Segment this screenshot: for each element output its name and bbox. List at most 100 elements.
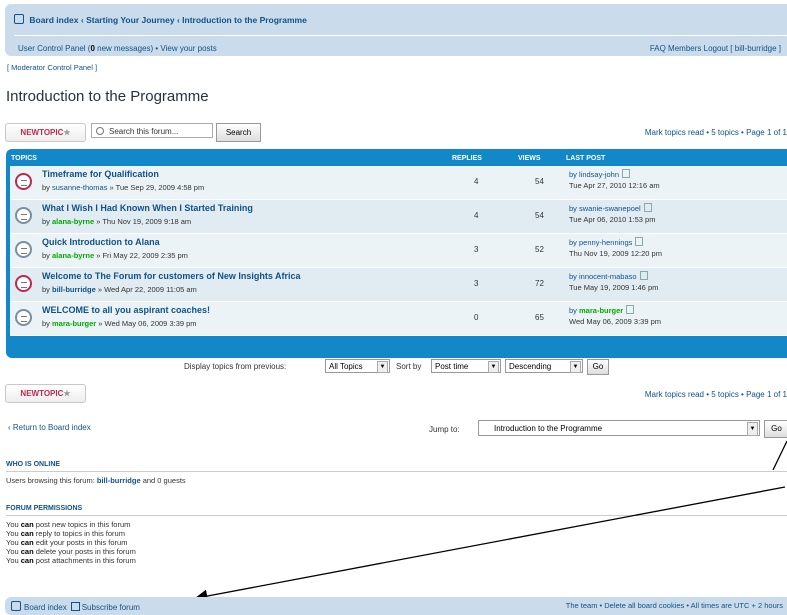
topic-icon <box>15 309 32 326</box>
star-icon: ★ <box>63 389 71 398</box>
table-row: Welcome to The Forum for customers of Ne… <box>10 268 787 302</box>
breadcrumb-board-index[interactable]: Board index <box>29 15 78 25</box>
topic-title[interactable]: WELCOME to all you aspirant coaches! <box>42 305 210 315</box>
table-row: WELCOME to all you aspirant coaches! by … <box>10 302 787 336</box>
section-divider <box>6 471 787 472</box>
table-row: Quick Introduction to Alana by alana-byr… <box>10 234 787 268</box>
jump-to-select[interactable]: Introduction to the Programme ▼ <box>478 420 760 436</box>
replies-count: 3 <box>474 279 479 288</box>
perm-pre: You <box>6 538 21 547</box>
who-is-online-heading: WHO IS ONLINE <box>6 461 61 468</box>
breadcrumb-category[interactable]: Starting Your Journey <box>86 15 174 25</box>
last-post: by lindsay-john Tue Apr 27, 2010 12:16 am <box>569 169 660 191</box>
topic-author[interactable]: bill-burridge <box>52 285 96 294</box>
header-replies: REPLIES <box>452 155 482 162</box>
header-views: VIEWS <box>518 155 541 162</box>
topic-author[interactable]: alana-byrne <box>52 217 94 226</box>
last-post-date: Thu Nov 19, 2009 12:20 pm <box>569 249 662 258</box>
topic-title[interactable]: What I Wish I Had Known When I Started T… <box>42 203 253 213</box>
topic-title[interactable]: Quick Introduction to Alana <box>42 237 160 247</box>
views-count: 54 <box>535 177 544 186</box>
topic-meta: by bill-burridge » Wed Apr 22, 2009 11:0… <box>42 285 197 294</box>
topic-author[interactable]: alana-byrne <box>52 251 94 260</box>
ucp-label: User Control Panel ( <box>18 44 91 53</box>
view-post-icon[interactable] <box>643 203 652 212</box>
last-post-author[interactable]: by penny-hennings <box>569 238 632 247</box>
ucp-tail: new messages) • View your posts <box>94 44 217 53</box>
last-post-author[interactable]: mara-burger <box>579 306 623 315</box>
search-button[interactable]: Search <box>216 123 261 142</box>
view-post-icon[interactable] <box>639 271 648 280</box>
view-post-icon[interactable] <box>626 305 635 314</box>
last-post: by mara-burger Wed May 06, 2009 3:39 pm <box>569 305 661 327</box>
chevron-down-icon: ▼ <box>570 361 581 373</box>
forum-permissions-list: You can post new topics in this forum Yo… <box>6 520 136 565</box>
view-post-icon[interactable] <box>635 237 644 246</box>
topic-title[interactable]: Timeframe for Qualification <box>42 169 159 179</box>
footer-board-index-link[interactable]: Board index <box>24 603 67 612</box>
last-post-date: Tue Apr 27, 2010 12:16 am <box>569 181 660 190</box>
header-last-post: LAST POST <box>566 155 606 162</box>
views-count: 65 <box>535 313 544 322</box>
display-topics-value: All Topics <box>329 362 363 371</box>
jump-go-button[interactable]: Go <box>764 420 787 438</box>
new-topic-label: NEWTOPIC <box>20 128 64 137</box>
new-topic-button[interactable]: NEWTOPIC★ <box>5 123 86 142</box>
jump-to-value: Introduction to the Programme <box>494 424 603 433</box>
online-user[interactable]: bill-burridge <box>97 476 141 485</box>
last-post: by innocent-mabaso Tue May 19, 2009 1:46 … <box>569 271 658 293</box>
page-title[interactable]: Introduction to the Programme <box>6 88 209 105</box>
last-post-author[interactable]: by innocent-mabaso <box>569 272 637 281</box>
new-topic-button-bottom[interactable]: NEWTOPIC★ <box>5 384 86 403</box>
perm-can: can <box>20 547 34 556</box>
topic-icon <box>15 241 32 258</box>
new-topic-label: NEWTOPIC <box>20 389 64 398</box>
sort-go-button[interactable]: Go <box>587 359 609 375</box>
jump-to-label: Jump to: <box>429 425 460 434</box>
return-to-board-index-link[interactable]: ‹ Return to Board index <box>8 423 91 432</box>
perm-pre: You <box>6 529 21 538</box>
perm-post: edit your posts in this forum <box>33 538 128 547</box>
perm-can: can <box>20 520 34 529</box>
subscribe-forum-link[interactable]: Subscribe forum <box>82 603 140 612</box>
last-post-author[interactable]: by lindsay-john <box>569 170 619 179</box>
star-icon: ★ <box>63 128 71 137</box>
replies-count: 4 <box>474 211 479 220</box>
table-row: What I Wish I Had Known When I Started T… <box>10 200 787 234</box>
permission-line: You can post attachments in this forum <box>6 556 136 565</box>
navbar: Board index ‹ Starting Your Journey ‹ In… <box>5 4 787 56</box>
home-icon <box>14 14 24 24</box>
moderator-control-panel-link[interactable]: [ Moderator Control Panel ] <box>7 63 97 72</box>
view-post-icon[interactable] <box>622 169 631 178</box>
perm-can: can <box>20 529 34 538</box>
breadcrumb-forum[interactable]: Introduction to the Programme <box>182 15 307 25</box>
user-control-panel-link[interactable]: User Control Panel (0 new messages) • Vi… <box>18 44 217 53</box>
sort-order-value: Descending <box>509 362 552 371</box>
topic-author[interactable]: susanne-thomas <box>52 183 107 192</box>
last-post-date: Tue Apr 06, 2010 1:53 pm <box>569 215 656 224</box>
header-links[interactable]: FAQ Members Logout [ bill-burridge ] <box>650 44 781 53</box>
home-icon <box>11 601 21 611</box>
search-input[interactable]: Search this forum... <box>91 123 213 138</box>
topic-date: » Thu Nov 19, 2009 9:18 am <box>94 217 192 226</box>
pagination-bottom[interactable]: Mark topics read • 5 topics • Page 1 of … <box>645 390 787 399</box>
sort-by-value: Post time <box>435 362 469 371</box>
topic-date: » Wed May 06, 2009 3:39 pm <box>96 319 197 328</box>
topic-meta: by mara-burger » Wed May 06, 2009 3:39 p… <box>42 319 197 328</box>
footer-right-links[interactable]: The team • Delete all board cookies • Al… <box>566 601 783 610</box>
display-topics-select[interactable]: All Topics ▼ <box>325 359 390 373</box>
sort-by-select[interactable]: Post time ▼ <box>431 359 501 373</box>
sort-order-select[interactable]: Descending ▼ <box>505 359 583 373</box>
header-topics: TOPICS <box>11 155 37 162</box>
by-label: by <box>42 251 53 260</box>
breadcrumb: Board index ‹ Starting Your Journey ‹ In… <box>14 14 307 25</box>
topic-author[interactable]: mara-burger <box>52 319 96 328</box>
topic-title[interactable]: Welcome to The Forum for customers of Ne… <box>42 271 301 281</box>
display-topics-label: Display topics from previous: <box>184 362 287 371</box>
section-divider <box>6 515 787 516</box>
who-is-online-text: Users browsing this forum: bill-burridge… <box>6 476 186 485</box>
chevron-down-icon: ▼ <box>488 361 499 373</box>
pagination-top[interactable]: Mark topics read • 5 topics • Page 1 of … <box>645 128 787 137</box>
permission-line: You can reply to topics in this forum <box>6 529 136 538</box>
last-post-author[interactable]: by swanie-swanepoel <box>569 204 641 213</box>
